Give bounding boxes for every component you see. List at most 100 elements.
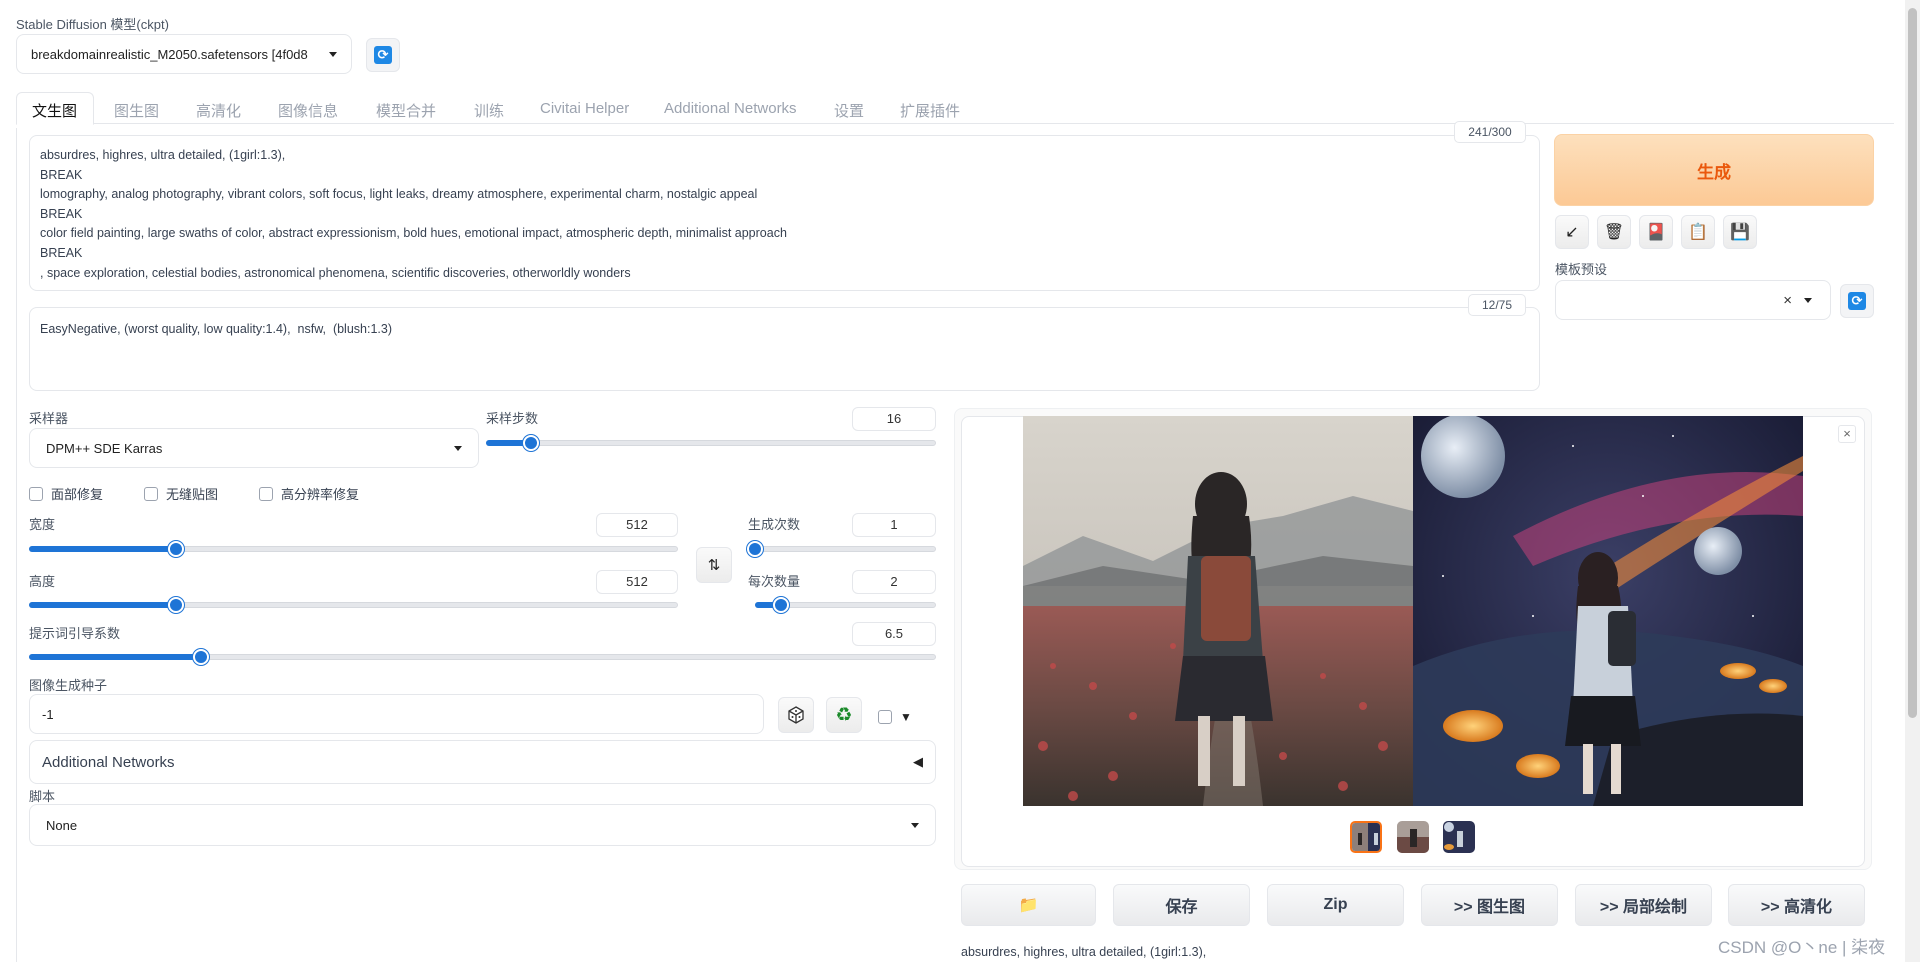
- steps-slider[interactable]: [486, 435, 936, 451]
- tab-extras[interactable]: 高清化: [196, 100, 241, 121]
- script-label: 脚本: [29, 789, 56, 804]
- save-icon: 💾: [1730, 224, 1750, 241]
- random-seed-button[interactable]: [778, 697, 814, 733]
- tab-settings[interactable]: 设置: [834, 100, 864, 121]
- refresh-icon: ⟳: [374, 46, 392, 64]
- tab-civitai-helper[interactable]: Civitai Helper: [540, 100, 629, 117]
- hires-fix-label: 高分辨率修复: [281, 487, 360, 502]
- watermark: CSDN @O丶ne | 柒夜: [1718, 938, 1886, 957]
- card-icon: 🎴: [1646, 224, 1666, 241]
- tab-extensions[interactable]: 扩展插件: [900, 100, 960, 121]
- generate-button[interactable]: 生成: [1554, 134, 1874, 206]
- face-restore-checkbox[interactable]: 面部修复: [29, 484, 103, 503]
- model-refresh-button[interactable]: ⟳: [366, 38, 400, 72]
- slider-thumb[interactable]: [193, 649, 210, 665]
- batch-size-label: 每次数量: [748, 574, 801, 589]
- swap-dimensions-button[interactable]: ⇅: [696, 547, 732, 583]
- tab-additional-networks[interactable]: Additional Networks: [664, 100, 797, 117]
- batch-count-slider[interactable]: [747, 541, 936, 557]
- checkbox-box[interactable]: [144, 486, 158, 501]
- slider-thumb[interactable]: [167, 541, 184, 557]
- slider-thumb[interactable]: [523, 435, 540, 451]
- thumbnail-grid[interactable]: [1350, 821, 1382, 853]
- chevron-down-icon: [454, 445, 462, 451]
- thumbnail-image-2[interactable]: [1443, 821, 1475, 853]
- prompt-line: lomography, analog photography, vibrant …: [40, 187, 758, 202]
- model-dropdown[interactable]: breakdomainrealistic_M2050.safetensors […: [16, 34, 352, 74]
- tiling-label: 无缝贴图: [166, 487, 219, 502]
- send-to-inpaint-button[interactable]: >> 局部绘制: [1575, 884, 1712, 926]
- clear-prompt-button[interactable]: 🗑: [1597, 215, 1631, 249]
- width-number-input[interactable]: 512: [596, 513, 678, 537]
- checkbox-box[interactable]: [878, 710, 892, 724]
- prompt-line: BREAK: [40, 245, 83, 260]
- output-image-2[interactable]: [1413, 416, 1803, 806]
- tab-img2img[interactable]: 图生图: [114, 100, 159, 121]
- apply-style-button[interactable]: 📋: [1681, 215, 1715, 249]
- tab-train[interactable]: 训练: [474, 100, 504, 121]
- send-to-extras-button[interactable]: >> 高清化: [1728, 884, 1865, 926]
- styles-refresh-button[interactable]: ⟳: [1840, 284, 1874, 318]
- cfg-number-input[interactable]: 6.5: [852, 622, 936, 646]
- thumbnail-image-2-art: [1443, 821, 1475, 853]
- batch-size-slider[interactable]: [755, 597, 936, 613]
- slider-thumb[interactable]: [772, 597, 789, 613]
- checkbox-box[interactable]: [259, 486, 273, 501]
- seed-label: 图像生成种子: [29, 678, 108, 693]
- tab-txt2img[interactable]: 文生图: [32, 100, 77, 121]
- tiling-checkbox[interactable]: 无缝贴图: [144, 484, 218, 503]
- seed-input[interactable]: -1: [29, 694, 764, 734]
- chevron-down-icon: [911, 822, 919, 828]
- prompt-input[interactable]: absurdres, highres, ultra detailed, (1gi…: [29, 135, 1540, 291]
- hires-fix-checkbox[interactable]: 高分辨率修复: [259, 484, 359, 503]
- scrollbar-track[interactable]: [1905, 0, 1920, 962]
- send-to-img2img-button[interactable]: >> 图生图: [1421, 884, 1558, 926]
- height-number-input[interactable]: 512: [596, 570, 678, 594]
- read-params-button[interactable]: ↙: [1555, 215, 1589, 249]
- steps-number-input[interactable]: 16: [852, 407, 936, 431]
- styles-dropdown[interactable]: ×: [1555, 280, 1831, 320]
- batch-count-number-input[interactable]: 1: [852, 513, 936, 537]
- negative-prompt-input[interactable]: EasyNegative, (worst quality, low qualit…: [29, 307, 1540, 391]
- save-style-button[interactable]: 💾: [1723, 215, 1757, 249]
- additional-networks-accordion[interactable]: Additional Networks ◀: [29, 740, 936, 784]
- save-button[interactable]: 保存: [1113, 884, 1250, 926]
- zip-button[interactable]: Zip: [1267, 884, 1404, 926]
- sampler-value: DPM++ SDE Karras: [46, 440, 163, 456]
- batch-size-number-input[interactable]: 2: [852, 570, 936, 594]
- extra-seed-toggle[interactable]: ▼: [878, 710, 912, 724]
- model-label: Stable Diffusion 模型(ckpt): [16, 17, 169, 32]
- script-value: None: [46, 817, 78, 833]
- prompt-line: absurdres, highres, ultra detailed, (1gi…: [40, 148, 286, 162]
- panel-border: [16, 128, 17, 962]
- open-folder-button[interactable]: 📁: [961, 884, 1096, 926]
- extra-networks-button[interactable]: 🎴: [1639, 215, 1673, 249]
- script-dropdown[interactable]: None: [29, 804, 936, 846]
- thumbnail-image-1-art: [1397, 821, 1429, 853]
- tab-merge[interactable]: 模型合并: [376, 100, 436, 121]
- reuse-seed-button[interactable]: ♻: [826, 697, 862, 733]
- slider-thumb[interactable]: [747, 541, 763, 557]
- chevron-down-icon: [329, 51, 337, 57]
- tab-png-info[interactable]: 图像信息: [278, 100, 338, 121]
- clear-icon[interactable]: ×: [1783, 292, 1792, 309]
- negative-prompt-text: EasyNegative, (worst quality, low qualit…: [40, 322, 393, 336]
- thumbnail-image-1[interactable]: [1397, 821, 1429, 853]
- dice-icon: [788, 706, 804, 724]
- thumbnail-grid-art: [1352, 823, 1380, 851]
- model-dropdown-value: breakdomainrealistic_M2050.safetensors […: [31, 46, 308, 62]
- prompt-line: BREAK: [40, 206, 83, 221]
- width-label: 宽度: [29, 517, 56, 532]
- checkbox-box[interactable]: [29, 486, 43, 501]
- sampler-dropdown[interactable]: DPM++ SDE Karras: [29, 428, 479, 468]
- negative-token-counter: 12/75: [1468, 294, 1526, 316]
- gallery-close-button[interactable]: ×: [1838, 425, 1856, 443]
- output-image-1[interactable]: [1023, 416, 1413, 806]
- slider-thumb[interactable]: [167, 597, 184, 613]
- scrollbar-thumb[interactable]: [1908, 8, 1917, 718]
- prompt-line: , space exploration, celestial bodies, a…: [40, 265, 631, 280]
- width-slider[interactable]: [29, 541, 678, 557]
- cfg-slider[interactable]: [29, 649, 936, 665]
- height-slider[interactable]: [29, 597, 678, 613]
- trash-icon: 🗑: [1603, 224, 1625, 241]
